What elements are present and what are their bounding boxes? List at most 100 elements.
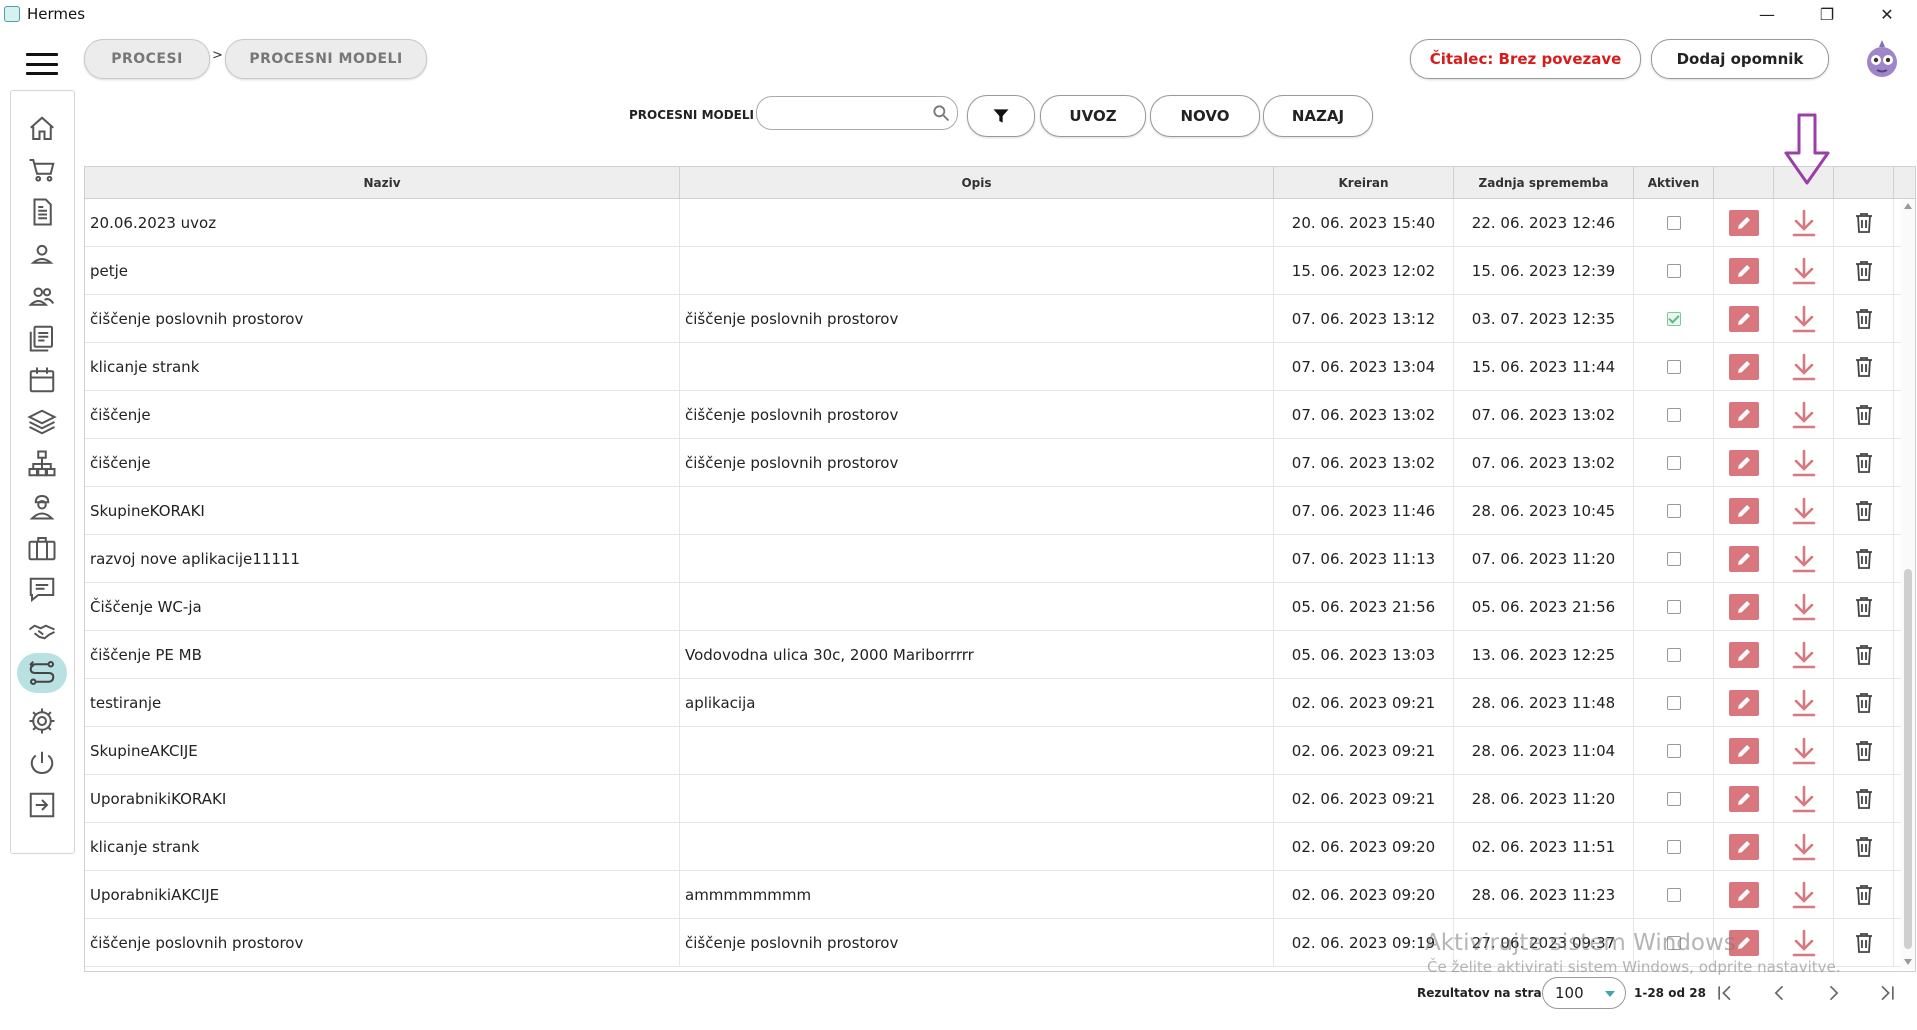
calendar-icon[interactable] (24, 362, 60, 398)
active-checkbox[interactable] (1666, 936, 1681, 950)
table-row[interactable]: čiščenje PE MB Vodovodna ulica 30c, 2000 … (85, 631, 1915, 679)
trash-icon[interactable] (1852, 835, 1876, 859)
edit-button[interactable] (1728, 690, 1759, 716)
trash-icon[interactable] (1852, 739, 1876, 763)
table-row[interactable]: petje 15. 06. 2023 12:02 15. 06. 2023 12:3… (85, 247, 1915, 295)
import-button[interactable]: UVOZ (1040, 95, 1146, 137)
active-checkbox[interactable] (1666, 264, 1681, 278)
scroll-up-icon[interactable] (1904, 203, 1912, 209)
trash-icon[interactable] (1852, 355, 1876, 379)
avatar[interactable] (1862, 38, 1902, 80)
trash-icon[interactable] (1852, 595, 1876, 619)
add-reminder-button[interactable]: Dodaj opomnik (1651, 39, 1829, 79)
process-icon[interactable] (17, 653, 67, 693)
power-icon[interactable] (24, 745, 60, 781)
prev-page-button[interactable] (1765, 978, 1795, 1008)
trash-icon[interactable] (1852, 211, 1876, 235)
trash-icon[interactable] (1852, 259, 1876, 283)
column-header-modified[interactable]: Zadnja sprememba (1454, 167, 1634, 198)
next-page-button[interactable] (1818, 978, 1848, 1008)
menu-icon[interactable] (26, 53, 58, 75)
first-page-button[interactable] (1710, 978, 1740, 1008)
filter-button[interactable] (967, 95, 1035, 137)
page-size-select[interactable]: 100 (1542, 977, 1626, 1009)
cart-icon[interactable] (24, 152, 60, 188)
active-checkbox[interactable] (1666, 888, 1681, 902)
column-header-description[interactable]: Opis (680, 167, 1274, 198)
active-checkbox[interactable] (1666, 216, 1681, 230)
active-checkbox[interactable] (1666, 792, 1681, 806)
download-icon[interactable] (1788, 783, 1820, 815)
minimize-button[interactable]: — (1737, 0, 1797, 28)
active-checkbox[interactable] (1666, 360, 1681, 374)
trash-icon[interactable] (1852, 643, 1876, 667)
edit-button[interactable] (1728, 402, 1759, 428)
table-row[interactable]: čiščenje poslovnih prostorov čiščenje pos… (85, 919, 1915, 967)
table-row[interactable]: čiščenje čiščenje poslovnih prostorov 07. … (85, 439, 1915, 487)
search-icon[interactable] (931, 103, 951, 123)
last-page-button[interactable] (1872, 978, 1902, 1008)
trash-icon[interactable] (1852, 307, 1876, 331)
edit-button[interactable] (1728, 642, 1759, 668)
table-row[interactable]: UporabnikiKORAKI 02. 06. 2023 09:21 28. 06… (85, 775, 1915, 823)
new-button[interactable]: NOVO (1150, 95, 1260, 137)
scroll-thumb[interactable] (1904, 569, 1912, 949)
handshake-icon[interactable] (24, 614, 60, 650)
table-row[interactable]: Čiščenje WC-ja 05. 06. 2023 21:56 05. 06. … (85, 583, 1915, 631)
edit-button[interactable] (1728, 258, 1759, 284)
trash-icon[interactable] (1852, 499, 1876, 523)
edit-button[interactable] (1728, 882, 1759, 908)
table-row[interactable]: čiščenje poslovnih prostorov čiščenje pos… (85, 295, 1915, 343)
trash-icon[interactable] (1852, 547, 1876, 571)
edit-button[interactable] (1728, 210, 1759, 236)
active-checkbox[interactable] (1666, 744, 1681, 758)
table-row[interactable]: testiranje aplikacija 02. 06. 2023 09:21 28… (85, 679, 1915, 727)
download-icon[interactable] (1788, 639, 1820, 671)
edit-button[interactable] (1728, 930, 1759, 956)
download-icon[interactable] (1788, 831, 1820, 863)
active-checkbox[interactable] (1666, 312, 1681, 326)
download-icon[interactable] (1788, 447, 1820, 479)
trash-icon[interactable] (1852, 691, 1876, 715)
column-header-created[interactable]: Kreiran (1274, 167, 1454, 198)
reader-status-button[interactable]: Čitalec: Brez povezave (1410, 39, 1641, 79)
back-button[interactable]: NAZAJ (1263, 95, 1373, 137)
table-row[interactable]: SkupineKORAKI 07. 06. 2023 11:46 28. 06. 2… (85, 487, 1915, 535)
edit-button[interactable] (1728, 354, 1759, 380)
edit-button[interactable] (1728, 546, 1759, 572)
table-row[interactable]: klicanje strank 02. 06. 2023 09:20 02. 06.… (85, 823, 1915, 871)
trash-icon[interactable] (1852, 787, 1876, 811)
active-checkbox[interactable] (1666, 600, 1681, 614)
scroll-down-icon[interactable] (1904, 959, 1912, 965)
trash-icon[interactable] (1852, 931, 1876, 955)
breadcrumb-procesni-modeli[interactable]: PROCESNI MODELI (225, 39, 427, 79)
download-icon[interactable] (1788, 687, 1820, 719)
download-icon[interactable] (1788, 399, 1820, 431)
download-icon[interactable] (1788, 207, 1820, 239)
table-row[interactable]: SkupineAKCIJE 02. 06. 2023 09:21 28. 06. 2… (85, 727, 1915, 775)
download-icon[interactable] (1788, 495, 1820, 527)
exit-icon[interactable] (24, 787, 60, 823)
column-header-active[interactable]: Aktiven (1634, 167, 1714, 198)
vertical-scrollbar[interactable] (1901, 199, 1915, 969)
active-checkbox[interactable] (1666, 648, 1681, 662)
active-checkbox[interactable] (1666, 552, 1681, 566)
user-icon[interactable] (24, 236, 60, 272)
breadcrumb-procesi[interactable]: PROCESI (84, 39, 210, 79)
document-icon[interactable] (24, 194, 60, 230)
table-row[interactable]: razvoj nove aplikacije11111 07. 06. 2023 … (85, 535, 1915, 583)
home-icon[interactable] (24, 111, 60, 147)
download-icon[interactable] (1788, 879, 1820, 911)
edit-button[interactable] (1728, 306, 1759, 332)
list-icon[interactable] (24, 320, 60, 356)
users-icon[interactable] (24, 278, 60, 314)
edit-button[interactable] (1728, 738, 1759, 764)
table-row[interactable]: klicanje strank 07. 06. 2023 13:04 15. 06.… (85, 343, 1915, 391)
download-icon[interactable] (1788, 303, 1820, 335)
download-icon[interactable] (1788, 255, 1820, 287)
active-checkbox[interactable] (1666, 456, 1681, 470)
search-input[interactable] (756, 96, 958, 130)
worker-icon[interactable] (24, 488, 60, 524)
briefcase-icon[interactable] (24, 530, 60, 566)
maximize-button[interactable]: ❐ (1797, 0, 1857, 28)
